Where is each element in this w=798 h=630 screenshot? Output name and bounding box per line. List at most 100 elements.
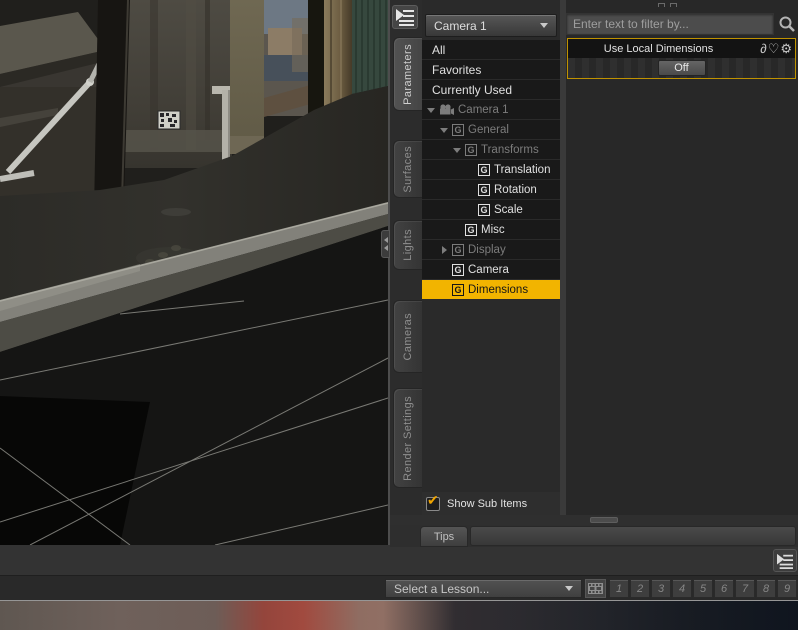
quick-filter-currently-used[interactable]: Currently Used — [422, 80, 560, 99]
lesson-number-2[interactable]: 2 — [630, 579, 650, 598]
tab-label: Cameras — [402, 312, 414, 361]
row-label: All — [432, 42, 446, 57]
sidebar-tab-cameras[interactable]: Cameras — [393, 300, 422, 373]
parameter-group-tree: All Favorites Currently Used Camera 1 G Gener… — [422, 40, 560, 300]
search-button[interactable] — [778, 15, 796, 33]
group-icon: G — [478, 203, 490, 216]
row-label: Transforms — [481, 143, 539, 156]
show-sub-items-label: Show Sub Items — [447, 498, 528, 510]
property-header: Use Local Dimensions ∂ ♡ ⚙ — [568, 39, 795, 58]
property-toggle-track[interactable]: Off — [568, 58, 795, 78]
sidebar-tab-render-settings[interactable]: Render Settings — [393, 388, 422, 488]
panel-menu-button[interactable] — [392, 5, 418, 29]
tab-label: Parameters — [402, 43, 414, 105]
tab-label: Lights — [402, 229, 414, 261]
lesson-number-8[interactable]: 8 — [756, 579, 776, 598]
tips-tab[interactable]: Tips — [420, 526, 468, 547]
tree-item-camera[interactable]: G Camera — [422, 260, 560, 279]
group-icon: G — [452, 123, 464, 136]
quick-filter-all[interactable]: All — [422, 40, 560, 59]
filter-input[interactable] — [566, 13, 774, 35]
sidebar-tab-parameters[interactable]: Parameters — [393, 37, 422, 111]
empty-tab-strip — [470, 526, 796, 546]
tab-label: Surfaces — [402, 145, 414, 193]
lesson-number-1[interactable]: 1 — [609, 579, 629, 598]
checkmark-icon: ✔ — [427, 492, 439, 508]
pane-collapse-handle[interactable] — [381, 230, 390, 258]
tree-item-translation[interactable]: G Translation — [422, 160, 560, 179]
favorite-heart-icon[interactable]: ♡ — [768, 42, 780, 55]
expander-right-icon[interactable] — [439, 243, 452, 256]
property-header-icons: ∂ ♡ ⚙ — [760, 39, 792, 58]
lesson-number-6[interactable]: 6 — [714, 579, 734, 598]
pane-tab-strip: Parameters Surfaces Lights Cameras Render Se… — [390, 0, 422, 525]
row-label: Favorites — [432, 62, 482, 77]
panel-menu-icon — [777, 553, 793, 569]
lesson-number-5[interactable]: 5 — [693, 579, 713, 598]
bottom-tab-row: Tips — [390, 525, 798, 547]
row-label: General — [468, 123, 509, 136]
tree-item-scale[interactable]: G Scale — [422, 200, 560, 219]
tab-label: Render Settings — [402, 395, 414, 481]
group-icon: G — [478, 163, 490, 176]
sidebar-tab-surfaces[interactable]: Surfaces — [393, 140, 422, 198]
lesson-number-7[interactable]: 7 — [735, 579, 755, 598]
group-icon: G — [452, 243, 464, 256]
tree-item-camera-1[interactable]: Camera 1 — [422, 100, 560, 119]
show-sub-items-row: ✔ Show Sub Items — [422, 492, 560, 516]
panel-menu-button[interactable] — [773, 549, 797, 572]
filmstrip-icon — [588, 583, 603, 594]
collapse-left-icon — [381, 237, 388, 243]
chevron-down-icon — [565, 586, 573, 595]
expander-down-icon[interactable] — [452, 143, 465, 156]
parameters-property-pane: Use Local Dimensions ∂ ♡ ⚙ Off — [566, 0, 798, 515]
tree-item-rotation[interactable]: G Rotation — [422, 180, 560, 199]
play-lesson-button[interactable] — [585, 579, 606, 598]
expander-down-icon[interactable] — [439, 123, 452, 136]
tree-item-display[interactable]: G Display — [422, 240, 560, 259]
street-scene-render — [0, 0, 389, 546]
group-icon: G — [465, 223, 477, 236]
group-icon: G — [452, 263, 464, 276]
3d-viewport[interactable] — [0, 0, 390, 546]
splitter-grip[interactable] — [590, 517, 618, 523]
bottom-strip — [390, 547, 798, 575]
row-label: Scale — [494, 203, 523, 216]
collapse-left-icon — [381, 245, 388, 251]
dock-handle — [670, 3, 677, 7]
search-icon — [779, 16, 795, 32]
tree-item-general[interactable]: G General — [422, 120, 560, 139]
node-selector-value: Camera 1 — [434, 18, 487, 33]
lesson-number-3[interactable]: 3 — [651, 579, 671, 598]
node-selector-dropdown[interactable]: Camera 1 — [425, 14, 557, 37]
gear-icon[interactable]: ⚙ — [780, 42, 792, 55]
link-icon[interactable]: ∂ — [760, 42, 766, 55]
group-icon: G — [478, 183, 490, 196]
row-label: Rotation — [494, 183, 537, 196]
group-icon: G — [465, 143, 477, 156]
lesson-toolbar: Select a Lesson... 123456789 — [0, 575, 798, 600]
row-label: Display — [468, 243, 506, 256]
sidebar-tab-lights[interactable]: Lights — [393, 220, 422, 270]
tree-item-transforms[interactable]: G Transforms — [422, 140, 560, 159]
lesson-number-4[interactable]: 4 — [672, 579, 692, 598]
tree-item-dimensions[interactable]: G Dimensions — [422, 280, 560, 299]
toggle-off-button[interactable]: Off — [657, 60, 706, 76]
panel-menu-icon — [396, 9, 414, 26]
quick-filter-favorites[interactable]: Favorites — [422, 60, 560, 79]
row-label: Dimensions — [468, 283, 529, 296]
lesson-number-9[interactable]: 9 — [777, 579, 797, 598]
expander-down-icon[interactable] — [426, 103, 439, 116]
horizontal-splitter[interactable] — [390, 515, 798, 525]
lesson-selector-dropdown[interactable]: Select a Lesson... — [385, 579, 582, 598]
group-icon: G — [452, 283, 464, 296]
show-sub-items-checkbox[interactable]: ✔ — [426, 492, 440, 511]
row-label: Currently Used — [432, 82, 513, 97]
tree-item-misc[interactable]: G Misc — [422, 220, 560, 239]
windows-taskbar: A 般 ? CAPS KANA — [0, 600, 798, 630]
daz-studio-screen: Parameters Surfaces Lights Cameras Render Se… — [0, 0, 798, 630]
